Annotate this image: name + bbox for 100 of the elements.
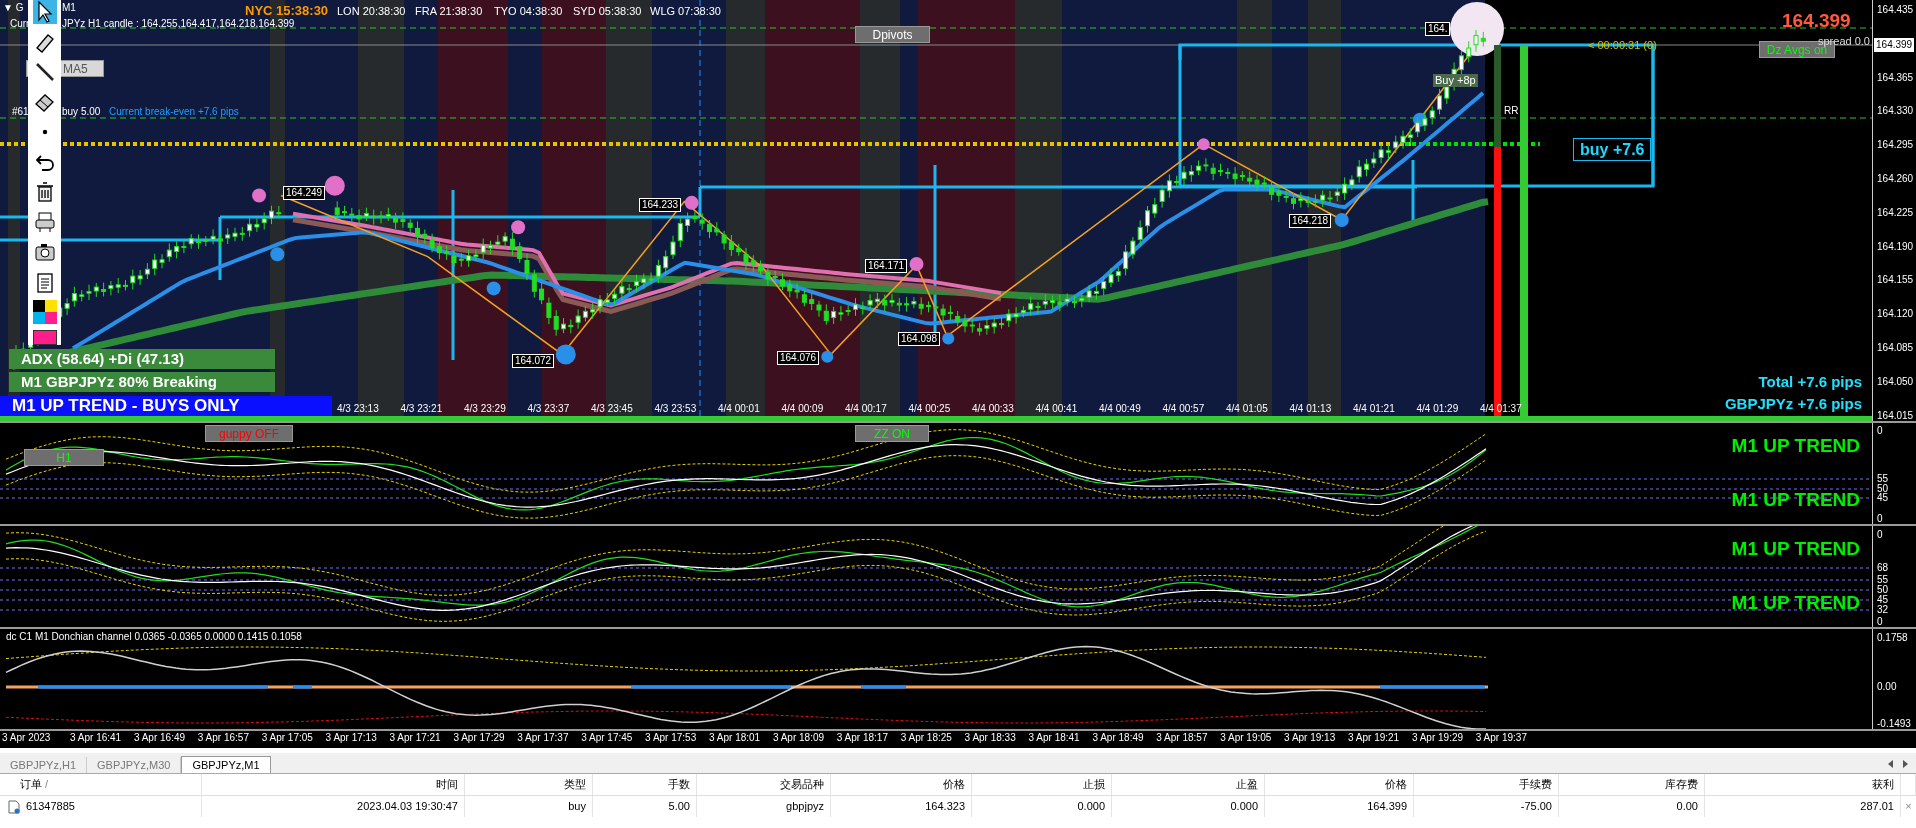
axis-label: 0 <box>1877 528 1883 542</box>
column-header[interactable]: 手数 <box>593 774 697 795</box>
price-axis-label: 164.435 <box>1877 3 1914 17</box>
chart-tab[interactable]: GBPJPYz,H1 <box>0 757 88 773</box>
time-label: 3 Apr 18:09 <box>772 732 825 744</box>
time-label: 4/4 01:13 <box>1289 403 1332 415</box>
time-label: 3 Apr 19:13 <box>1284 732 1336 744</box>
session-clock: SYD 05:38:30 <box>573 5 642 19</box>
rr-label: RR <box>1504 105 1519 117</box>
price-tag: 164.249 <box>283 186 326 200</box>
time-label: 4/3 23:13 <box>337 403 379 415</box>
time-label: 3 Apr 18:25 <box>900 732 952 744</box>
time-label: 3 Apr 16:49 <box>133 732 186 744</box>
column-header[interactable]: 止盈 <box>1112 774 1265 795</box>
breakeven-text: Current break-even +7.6 pips <box>109 106 239 118</box>
price-axis-label: 164.365 <box>1877 70 1914 85</box>
price-axis-label: 164.085 <box>1877 341 1914 355</box>
column-header[interactable]: 手续费 <box>1414 774 1559 795</box>
time-label: 3 Apr 18:01 <box>709 732 761 744</box>
table-cell: 0.000 <box>1112 796 1265 817</box>
column-header[interactable]: 止损 <box>972 774 1112 795</box>
price-axis-label: 164.225 <box>1877 205 1914 220</box>
axis-label: 68 <box>1877 561 1889 575</box>
time-label: 3 Apr 18:33 <box>964 732 1016 744</box>
table-cell: 0.00 <box>1559 796 1705 817</box>
trade-tag: Buy +8p <box>1433 74 1478 88</box>
column-header[interactable]: 获利 <box>1705 774 1901 795</box>
price-tag: 164.233 <box>639 198 682 212</box>
time-label: 4/4 00:57 <box>1162 403 1205 415</box>
time-label: 3 Apr 17:21 <box>389 732 441 744</box>
column-header[interactable]: 库存费 <box>1559 774 1705 795</box>
trend-label: M1 UP TREND <box>1731 489 1860 512</box>
axis-label: 0 <box>1877 424 1883 438</box>
column-header[interactable]: 订单 / <box>0 774 202 795</box>
price-tag: 164.072 <box>512 354 555 368</box>
price-axis-label: 164.120 <box>1877 307 1914 322</box>
time-label: 4/4 00:17 <box>845 403 887 415</box>
candle-timer: < 00:00:31 (0) <box>1588 39 1657 53</box>
chart-button[interactable]: ZZ ON <box>855 425 929 442</box>
candle-info-text: JPYz H1 candle : 164.255,164.417,164.218,164.399 <box>62 18 295 30</box>
chart-button[interactable]: Dpivots <box>855 26 930 43</box>
total-pips: Total +7.6 pips <box>1758 373 1862 391</box>
time-label: 3 Apr 18:41 <box>1028 732 1080 744</box>
time-label: 4/4 00:09 <box>781 403 824 415</box>
axis-label: 0 <box>1877 512 1883 526</box>
session-clock: WLG 07:38:30 <box>650 5 721 19</box>
time-label: 4/3 23:53 <box>654 403 697 415</box>
column-header[interactable]: 交易品种 <box>697 774 831 795</box>
order-text: buy 5.00 <box>62 106 101 118</box>
chart-button[interactable]: H1 <box>24 449 104 466</box>
column-header[interactable]: 价格 <box>1265 774 1414 795</box>
order-text: #61 <box>12 106 29 118</box>
trend-label: M1 UP TREND <box>1731 538 1860 561</box>
axis-label: 50 <box>1877 583 1889 595</box>
time-label: 4/4 00:41 <box>1035 403 1078 415</box>
time-label: 3 Apr 17:53 <box>645 732 697 744</box>
bid-price: 164.399 <box>1782 10 1851 33</box>
chart-title: M1 <box>62 2 76 14</box>
axis-label: 45 <box>1877 492 1889 505</box>
price-tag: 164.171 <box>865 259 908 273</box>
time-label: 3 Apr 18:17 <box>836 732 888 744</box>
table-cell-text: 61347885 <box>26 799 75 814</box>
time-label: 4/4 01:21 <box>1353 403 1395 415</box>
time-label: 4/4 01:05 <box>1226 403 1268 415</box>
column-header[interactable]: 类型 <box>465 774 593 795</box>
breaking-panel: M1 GBPJPYz 80% Breaking <box>9 372 275 392</box>
table-cell: 0.000 <box>972 796 1112 817</box>
axis-label: 45 <box>1877 593 1889 605</box>
price-axis-label: 164.155 <box>1877 273 1914 288</box>
axis-label: -0.1493 <box>1877 717 1911 731</box>
price-axis-label: 164.050 <box>1877 374 1914 389</box>
time-label: 3 Apr 16:57 <box>197 732 249 744</box>
time-label: 3 Apr 17:45 <box>581 732 633 744</box>
axis-label: 55 <box>1877 573 1889 585</box>
axis-label: 0.1758 <box>1877 631 1908 645</box>
table-cell: gbpjpyz <box>697 796 831 817</box>
time-label: 3 Apr 17:37 <box>517 732 569 744</box>
time-label: 3 Apr 19:37 <box>1475 732 1527 744</box>
table-cell: 2023.04.03 19:30:47 <box>202 796 465 817</box>
table-cell: -75.00 <box>1414 796 1559 817</box>
session-clock: TYO 04:38:30 <box>494 5 563 19</box>
time-label: 3 Apr 17:29 <box>453 732 505 744</box>
time-label: 3 Apr 19:21 <box>1348 732 1400 744</box>
time-label: 3 Apr 18:49 <box>1092 732 1144 744</box>
chart-tab[interactable]: GBPJPYz,M1 <box>181 756 271 773</box>
time-label: 4/3 23:21 <box>400 403 443 415</box>
close-button[interactable]: × <box>1901 796 1916 817</box>
symbol-pips: GBPJPYz +7.6 pips <box>1724 395 1862 413</box>
session-clock: NYC 15:38:30 <box>245 3 329 19</box>
trend-label: M1 UP TREND <box>1731 592 1860 615</box>
price-tag: 164.218 <box>1289 214 1332 228</box>
time-label: 4/4 00:49 <box>1099 403 1141 415</box>
candle-info-text: Curr <box>10 18 30 30</box>
column-header[interactable]: 价格 <box>831 774 972 795</box>
session-clock: LON 20:38:30 <box>337 5 406 19</box>
table-cell: 5.00 <box>593 796 697 817</box>
chart-title: ▼ G <box>3 2 24 14</box>
axis-label: 55 <box>1877 472 1889 484</box>
column-header[interactable]: 时间 <box>202 774 465 795</box>
time-label: 4/3 23:37 <box>527 403 570 415</box>
